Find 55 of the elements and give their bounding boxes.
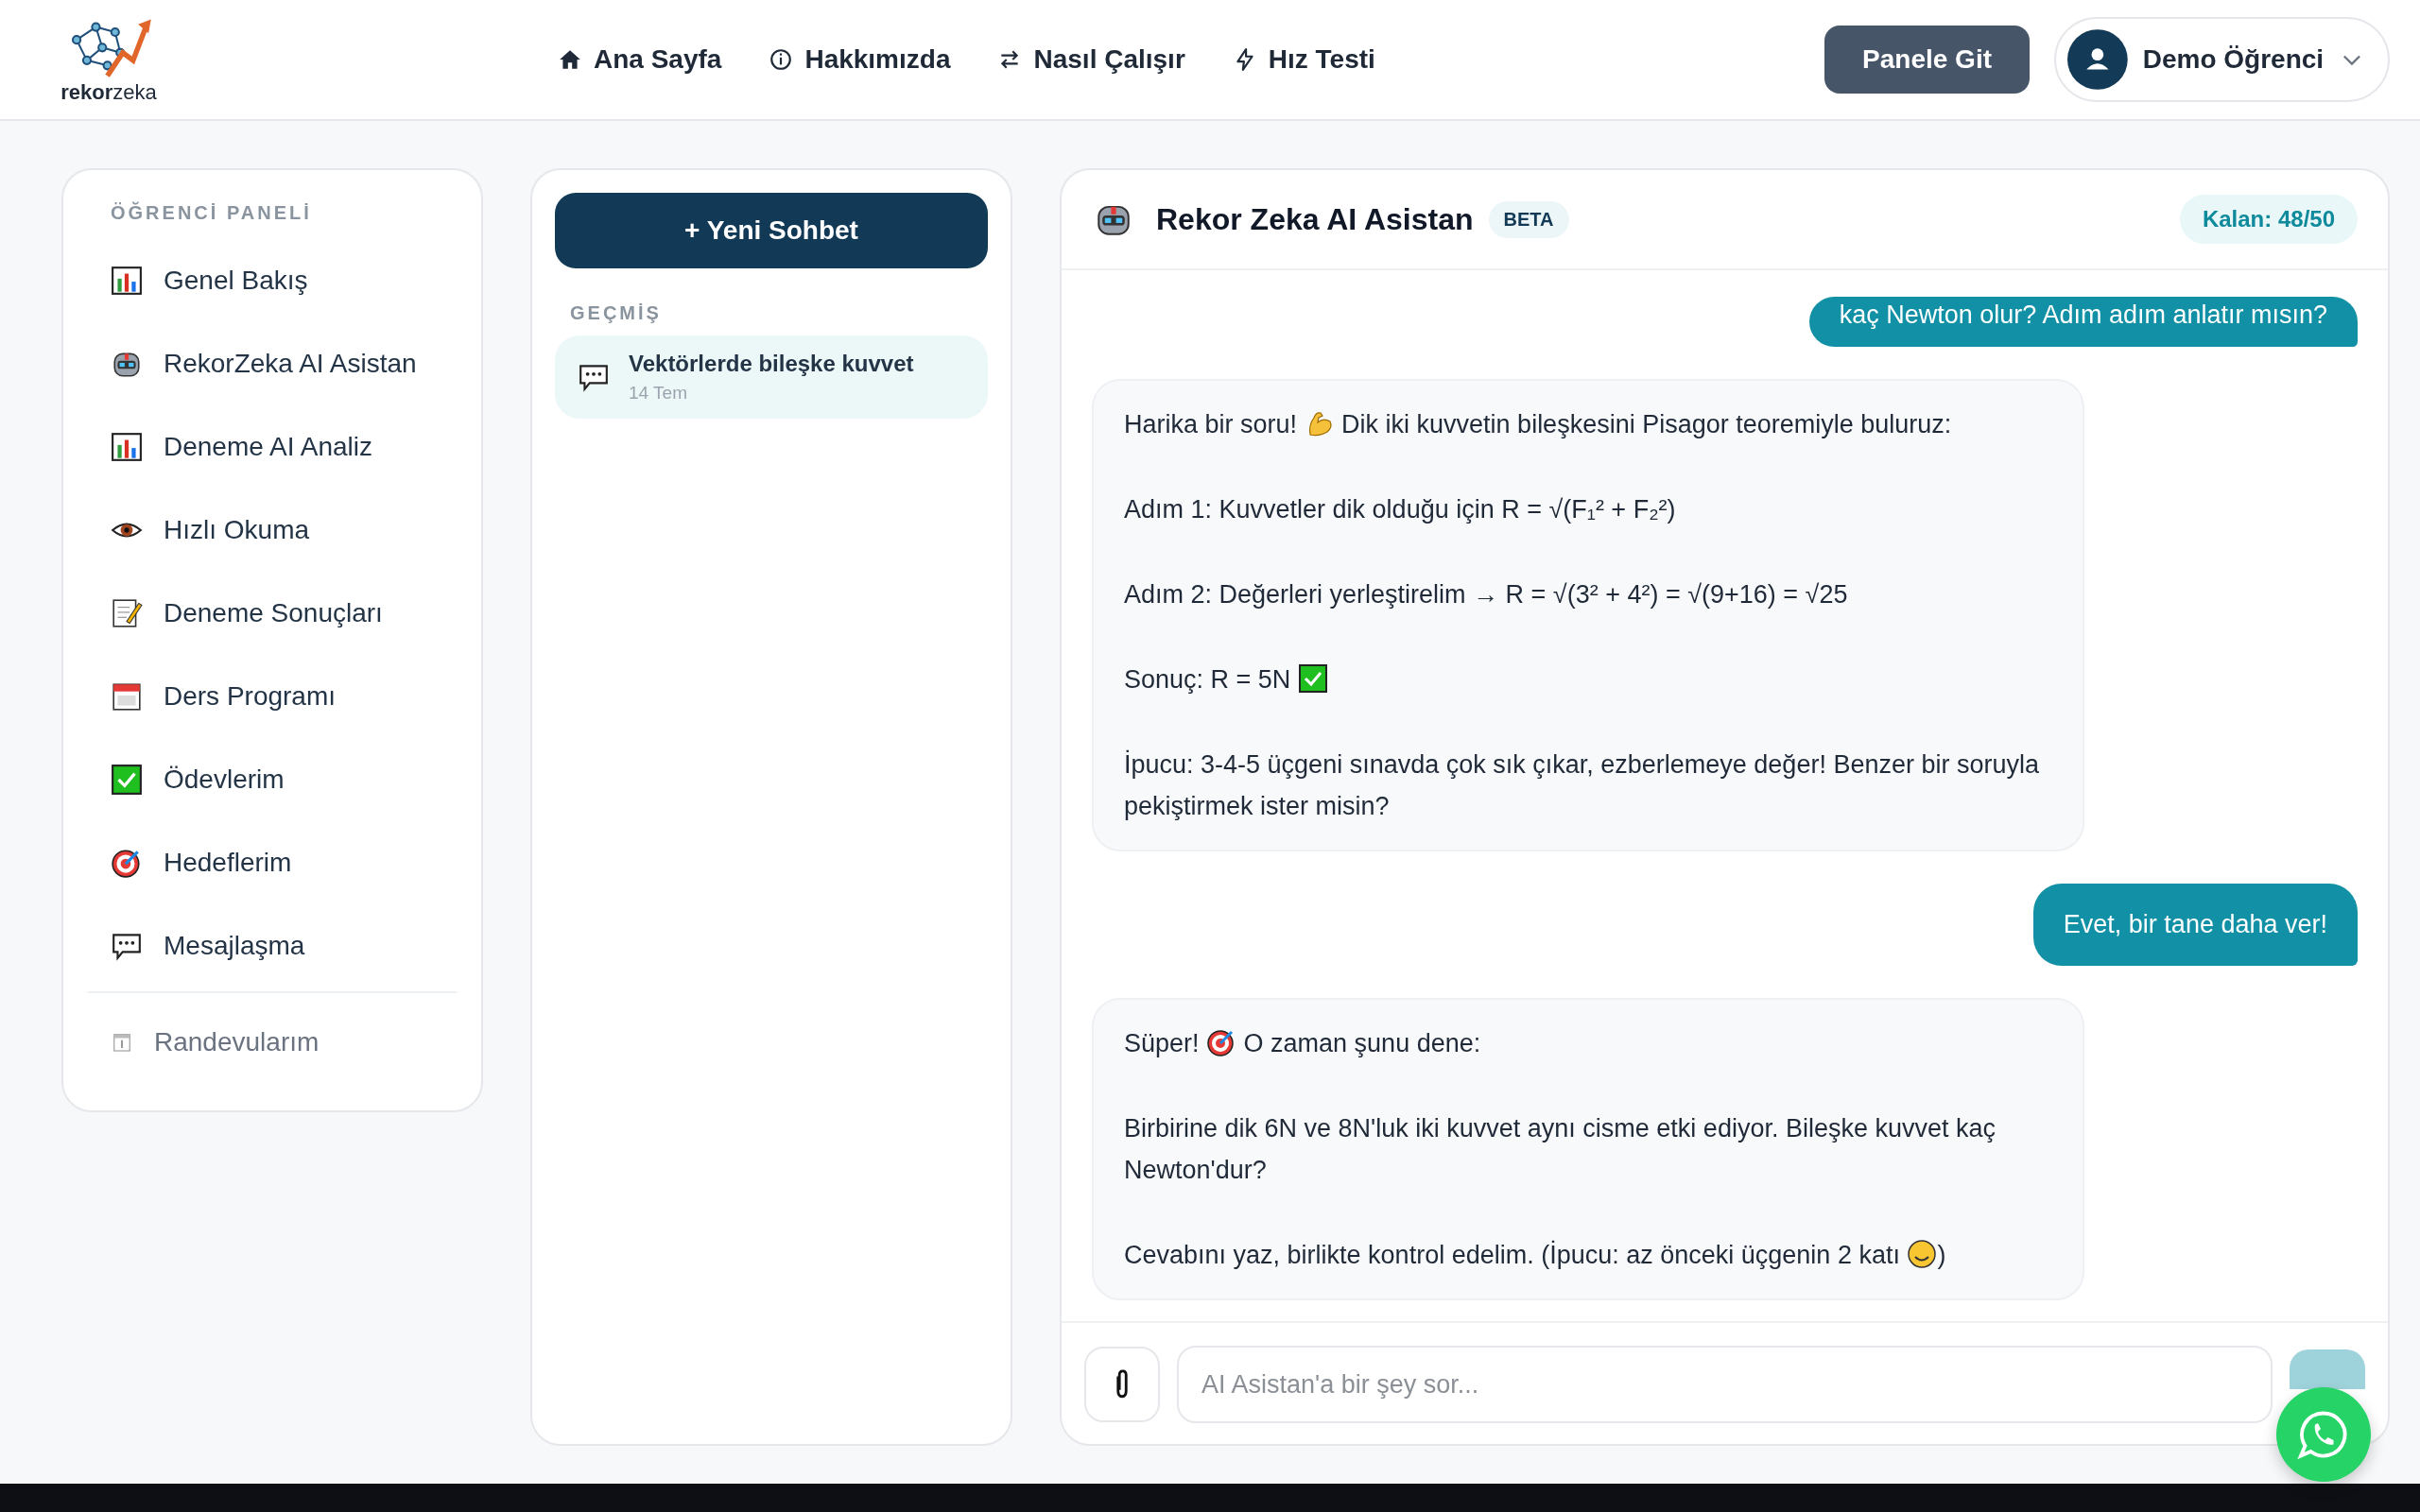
sidebar-item[interactable]: Hızlı Okuma (88, 489, 457, 572)
chat-date: 14 Tem (629, 383, 688, 404)
panel-button[interactable]: Panele Git (1824, 26, 2030, 94)
calendar-icon (111, 1031, 133, 1054)
message-text: Evet, bir tane daha ver! (2063, 910, 2327, 938)
message-text: ) (1937, 1241, 1946, 1269)
sidebar-item[interactable]: Genel Bakış (88, 239, 457, 322)
message-text: O zaman şunu dene: (1242, 1029, 1481, 1057)
nav-link[interactable]: Ana Sayfa (558, 44, 722, 75)
check-icon (1297, 663, 1328, 694)
target-icon (111, 847, 143, 879)
history-title: GEÇMİŞ (569, 301, 663, 325)
message-text: Cevabını yaz, birlikte kontrol edelim. (İpucu: az önceki üçgenin 2 katı (1124, 1241, 1901, 1269)
message-text: Adım 1: Kuvvetler dik olduğu için R = √(F₁² + F₂²) (1124, 495, 1676, 524)
sidebar-item[interactable]: Deneme Sonuçları (88, 572, 457, 655)
chat-support-button[interactable] (2276, 1387, 2371, 1482)
message-text: İpucu: 3-4-5 üçgeni sınavda çok sık çıkar, ezberlemeye değer! Benzer bir soruyla pekiştirmek ister misin? (1124, 750, 2039, 820)
send-button[interactable] (2290, 1349, 2365, 1389)
message-text: Birbirine dik 6N ve 8N'luk iki kuvvet aynı cisme etki ediyor. Bileşke kuvvet kaç Newton'dur? (1124, 1114, 1996, 1184)
avatar-icon (2067, 29, 2128, 90)
sidebar-item[interactable]: Hedeflerim (88, 821, 457, 904)
new-chat-button[interactable]: + Yeni Sohbet (555, 193, 988, 268)
chat-title: Vektörlerde bileşke kuvvet (629, 351, 914, 377)
bar-chart-icon (111, 265, 143, 297)
sidebar-title: ÖĞRENCİ PANELİ (110, 200, 313, 225)
check-icon (111, 764, 143, 796)
chat-title: Rekor Zeka AI Asistan (1156, 201, 1474, 237)
sidebar-item[interactable]: Deneme AI Analiz (88, 405, 457, 489)
sidebar-item[interactable]: Ödevlerim (88, 738, 457, 821)
sidebar-item[interactable]: Ders Programı (88, 655, 457, 738)
calendar-icon (111, 680, 143, 713)
sidebar-item[interactable]: Mesajlaşma (88, 904, 457, 988)
user-name: Demo Öğrenci (2142, 44, 2325, 75)
message-text: Süper! (1124, 1029, 1201, 1057)
logo-text[interactable]: rekorzeka (60, 80, 157, 105)
attach-button[interactable] (1084, 1347, 1160, 1422)
info-icon (769, 47, 794, 72)
history-item[interactable]: Vektörlerde bileşke kuvvet 14 Tem (555, 335, 988, 419)
message-text: Harika bir soru! (1124, 410, 1299, 438)
bar-chart-icon (111, 431, 143, 463)
smiley-icon (1907, 1239, 1938, 1269)
nav-link[interactable]: Nasıl Çalışır (997, 44, 1185, 75)
memo-icon (111, 597, 143, 629)
nav-link[interactable]: Hakkımızda (769, 44, 951, 75)
beta-badge: BETA (1488, 200, 1569, 238)
message-text: kaç Newton olur? Adım adım anlatır mısın? (1839, 301, 2327, 329)
message-text: Sonuç: R = 5N (1124, 665, 1292, 694)
user-menu[interactable]: Demo Öğrenci (2054, 17, 2390, 102)
message-text: Dik iki kuvvetin bileşkesini Pisagor teoremiyle buluruz: (1340, 410, 1952, 438)
message-text: Adım 2: Değerleri yerleştirelim → R = √(3² + 4²) = √(9+16) = √25 (1124, 580, 1848, 609)
sidebar-item[interactable]: RekorZeka AI Asistan (88, 322, 457, 405)
remaining-count-badge: Kalan: 48/50 (2179, 195, 2358, 244)
message-input[interactable]: AI Asistan'a bir şey sor... (1177, 1346, 2273, 1423)
nav-link[interactable]: Hız Testi (1232, 44, 1375, 75)
sidebar-item[interactable]: Randevularım (88, 997, 457, 1088)
